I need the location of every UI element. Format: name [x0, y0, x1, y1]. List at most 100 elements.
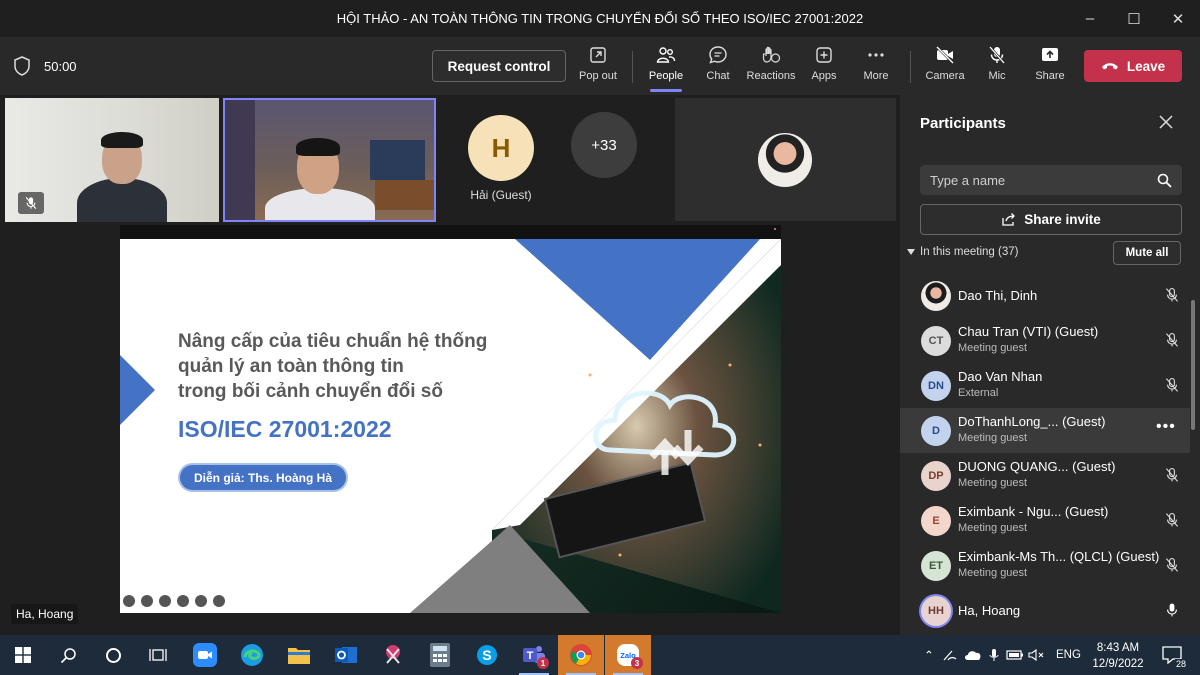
search-participants-input[interactable] [920, 165, 1182, 195]
minimize-icon[interactable]: – [1068, 0, 1112, 37]
svg-text:S: S [482, 647, 491, 663]
hang-up-icon [1101, 63, 1118, 70]
zoom-app[interactable] [182, 635, 228, 675]
leave-label: Leave [1126, 58, 1166, 74]
close-window-icon[interactable]: ✕ [1156, 0, 1200, 37]
mic-off-icon[interactable] [1164, 377, 1180, 393]
list-item[interactable]: Dao Thi, Dinh [900, 273, 1190, 318]
leave-button[interactable]: Leave [1084, 50, 1182, 82]
chrome-app[interactable] [558, 635, 604, 675]
request-control-button[interactable]: Request control [432, 50, 566, 82]
video-tile-participant[interactable] [5, 98, 219, 222]
calculator-icon [430, 643, 450, 667]
mic-off-icon[interactable] [1164, 332, 1180, 348]
scrollbar[interactable] [1191, 300, 1195, 430]
pen-icon[interactable] [141, 595, 153, 607]
list-item[interactable]: HH Ha, Hoang [900, 588, 1190, 633]
toolbar-divider [910, 51, 911, 83]
task-view-button[interactable] [135, 635, 181, 675]
battery-icon[interactable] [1004, 648, 1026, 662]
mic-off-icon[interactable] [1164, 467, 1180, 483]
mic-button[interactable]: Mic [971, 45, 1023, 89]
window-title: HỘI THẢO - AN TOÀN THÔNG TIN TRONG CHUYỂ… [336, 11, 864, 26]
reactions-button[interactable]: Reactions [745, 45, 797, 89]
room-cabinet [375, 180, 434, 210]
list-item[interactable]: ET Eximbank-Ms Th... (QLCL) (Guest) Meet… [900, 543, 1190, 588]
share-invite-button[interactable]: Share invite [920, 204, 1182, 235]
mic-off-icon [25, 197, 37, 209]
volume-muted-icon[interactable] [1026, 648, 1048, 662]
maximize-icon[interactable]: ☐ [1112, 0, 1156, 37]
outlook-app[interactable] [323, 635, 369, 675]
mute-all-button[interactable]: Mute all [1113, 241, 1181, 265]
list-item[interactable]: E Eximbank - Ngu... (Guest) Meeting gues… [900, 498, 1190, 543]
pop-out-icon [590, 47, 606, 63]
zalo-app[interactable]: Zalo 3 [605, 635, 651, 675]
share-button[interactable]: Share [1024, 45, 1076, 89]
people-icon [656, 47, 676, 63]
skype-app[interactable]: S [464, 635, 510, 675]
mic-off-icon[interactable] [1164, 557, 1180, 573]
chevron-down-icon [907, 249, 915, 255]
teams-notification-badge: 1 [537, 657, 549, 669]
apps-button[interactable]: Apps [798, 45, 850, 89]
participant-name: Dao Van Nhan [958, 369, 1043, 384]
cloud-icon[interactable] [962, 648, 984, 662]
more-options-icon[interactable]: ••• [1156, 418, 1176, 436]
video-icon[interactable] [177, 595, 189, 607]
calculator-app[interactable] [417, 635, 463, 675]
pen-tray-icon[interactable] [940, 648, 962, 662]
mic-on-icon[interactable] [1164, 602, 1180, 618]
captions-icon[interactable] [159, 595, 171, 607]
outlook-icon [335, 647, 357, 663]
people-label: People [648, 70, 684, 82]
participant-role: Meeting guest [958, 567, 1028, 579]
prev-slide-icon[interactable] [123, 595, 135, 607]
slide-more-icon[interactable] [195, 595, 207, 607]
start-button[interactable] [0, 635, 46, 675]
file-explorer-app[interactable] [276, 635, 322, 675]
participant-role: Meeting guest [958, 432, 1028, 444]
close-icon[interactable] [1158, 114, 1174, 130]
share-invite-icon [1002, 213, 1016, 226]
chevron-up-icon[interactable]: ⌃ [918, 648, 940, 662]
mic-off-icon[interactable] [1164, 287, 1180, 303]
more-label: More [863, 70, 889, 82]
cortana-button[interactable] [90, 635, 136, 675]
chat-button[interactable]: Chat [692, 45, 744, 89]
language-indicator[interactable]: ENG [1056, 649, 1081, 661]
video-tile-dao[interactable] [675, 98, 896, 221]
camera-off-icon [936, 46, 954, 64]
search-taskbar-button[interactable] [45, 635, 91, 675]
taskbar-clock[interactable]: 8:43 AM 12/9/2022 [1090, 640, 1146, 672]
notification-center-button[interactable]: 28 [1152, 635, 1192, 675]
search-icon[interactable] [1157, 173, 1172, 188]
people-button[interactable]: People [640, 45, 692, 92]
svg-text:T: T [527, 650, 534, 662]
camera-button[interactable]: Camera [919, 45, 971, 89]
participant-role: Meeting guest [958, 522, 1028, 534]
guest-avatar[interactable]: H [468, 115, 534, 181]
edge-app[interactable] [229, 635, 275, 675]
teams-app[interactable]: T 1 [511, 635, 557, 675]
meeting-toolbar: 50:00 Request control Pop out People Cha… [0, 37, 1200, 95]
chrome-icon [570, 644, 592, 666]
video-tile-active-speaker[interactable] [223, 98, 436, 222]
mic-off-icon[interactable] [1164, 512, 1180, 528]
windows-taskbar: S T 1 Zalo 3 ⌃ ENG 8:43 AM 12/9/2022 28 [0, 635, 1200, 675]
list-item[interactable]: D DoThanhLong_... (Guest) Meeting guest … [900, 408, 1190, 453]
list-item[interactable]: CT Chau Tran (VTI) (Guest) Meeting guest [900, 318, 1190, 363]
in-meeting-section-toggle[interactable]: In this meeting (37) [907, 246, 1018, 258]
snipping-app[interactable] [370, 635, 416, 675]
avatar: HH [921, 595, 951, 626]
avatar: DN [921, 370, 951, 401]
more-button[interactable]: More [850, 45, 902, 89]
list-item[interactable]: DN Dao Van Nhan External [900, 363, 1190, 408]
pop-out-button[interactable]: Pop out [572, 45, 624, 89]
next-slide-icon[interactable] [213, 595, 225, 607]
more-participants-badge[interactable]: +33 [571, 112, 637, 178]
mic-tray-icon[interactable] [984, 648, 1004, 662]
participant-photo [758, 133, 812, 187]
list-item[interactable]: DP DUONG QUANG... (Guest) Meeting guest [900, 453, 1190, 498]
shared-slide: Nâng cấp của tiêu chuẩn hệ thống quản lý… [120, 225, 781, 613]
